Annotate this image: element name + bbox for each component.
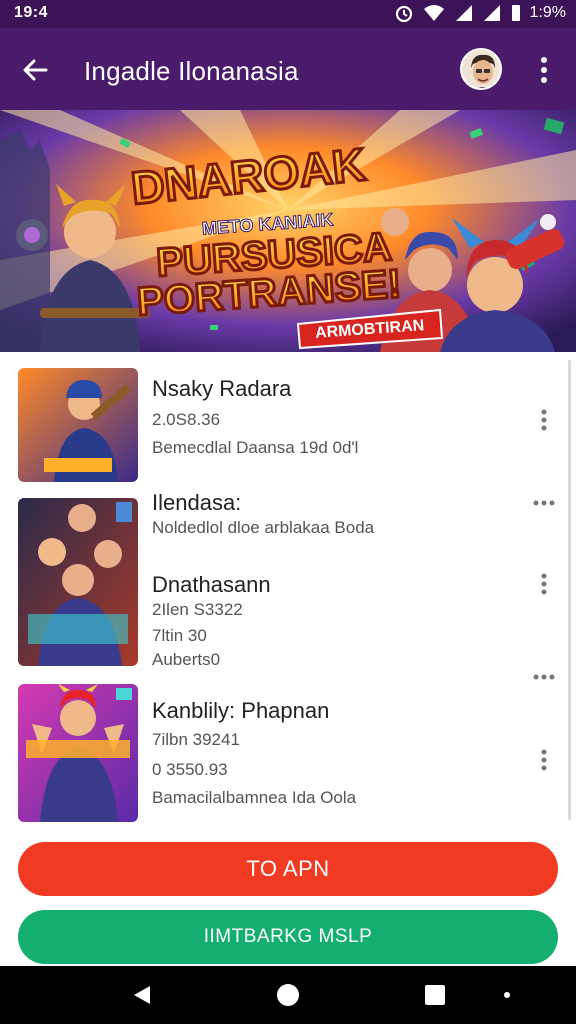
banner-artwork: DNAROAK METO KANIAIK PURSUSICA PORTRANSE… bbox=[0, 110, 576, 352]
back-arrow-icon[interactable] bbox=[18, 52, 54, 88]
signal-icon-2 bbox=[483, 5, 500, 21]
battery-percent: 1:9% bbox=[529, 4, 566, 21]
app-bar: Ingadle Ilonanasia bbox=[0, 28, 576, 110]
status-bar: 19:4 1:9% bbox=[0, 0, 576, 28]
list-scrollbar[interactable] bbox=[568, 360, 571, 820]
item-more-dots-icon[interactable] bbox=[532, 672, 556, 682]
item-title: Kanblily: Phapnan bbox=[152, 698, 330, 723]
signal-icon bbox=[455, 5, 472, 21]
item-menu-icon[interactable] bbox=[534, 748, 554, 772]
item-title: Dnathasann bbox=[152, 572, 271, 597]
avatar[interactable] bbox=[460, 48, 502, 90]
overflow-menu-icon[interactable] bbox=[530, 52, 558, 88]
nav-back-icon[interactable] bbox=[130, 983, 154, 1007]
nav-recents-icon[interactable] bbox=[424, 984, 446, 1006]
game-thumbnail bbox=[18, 684, 138, 822]
item-line-3: Auberts0 bbox=[152, 650, 221, 669]
promo-banner[interactable]: DNAROAK METO KANIAIK PURSUSICA PORTRANSE… bbox=[0, 110, 576, 352]
thumbnail-art bbox=[18, 684, 138, 822]
item-line-3: Bamacilalbamnea Ida Oola bbox=[152, 788, 357, 807]
item-title: Ilendasa: bbox=[152, 490, 242, 515]
thumbnail-art bbox=[18, 368, 138, 482]
item-menu-icon[interactable] bbox=[534, 572, 554, 596]
list-item[interactable]: Nsaky Radara 2.0S8.36 Bemecdlal Daansa 1… bbox=[0, 368, 560, 482]
wifi-icon bbox=[423, 5, 444, 21]
item-line-2: 0 3550.93 bbox=[152, 760, 228, 779]
game-thumbnail bbox=[18, 368, 138, 482]
nav-dot-icon bbox=[504, 992, 510, 998]
list-item[interactable]: Dnathasann 2Ilen S3322 7ltin 30 Auberts0 bbox=[0, 568, 560, 680]
status-icons: 1:9% bbox=[394, 3, 566, 23]
page-title: Ingadle Ilonanasia bbox=[84, 56, 299, 86]
item-line-1: 7ilbn 39241 bbox=[152, 730, 240, 749]
item-menu-icon[interactable] bbox=[534, 408, 554, 432]
system-nav-bar bbox=[0, 966, 576, 1024]
primary-action-button[interactable]: TO APN bbox=[18, 842, 558, 896]
item-line-2: Bemecdlal Daansa 19d 0d'l bbox=[152, 438, 359, 457]
battery-icon bbox=[511, 5, 520, 21]
game-list: Nsaky Radara 2.0S8.36 Bemecdlal Daansa 1… bbox=[0, 352, 576, 840]
avatar-face-icon bbox=[462, 50, 500, 88]
list-item[interactable]: Kanblily: Phapnan 7ilbn 39241 0 3550.93 … bbox=[0, 684, 560, 822]
item-title: Nsaky Radara bbox=[152, 376, 292, 401]
item-line-1: 2Ilen S3322 bbox=[152, 600, 243, 619]
nav-home-icon[interactable] bbox=[275, 982, 301, 1008]
item-line-1: Noldedlol dloe arblakaa Boda bbox=[152, 518, 375, 537]
item-line-1: 2.0S8.36 bbox=[152, 410, 221, 429]
status-time: 19:4 bbox=[14, 4, 49, 21]
alarm-icon bbox=[395, 5, 412, 23]
item-line-2: 7ltin 30 bbox=[152, 626, 207, 645]
item-more-dots-icon[interactable] bbox=[532, 498, 556, 508]
secondary-action-button[interactable]: IIMTBARKG MSLP bbox=[18, 910, 558, 964]
